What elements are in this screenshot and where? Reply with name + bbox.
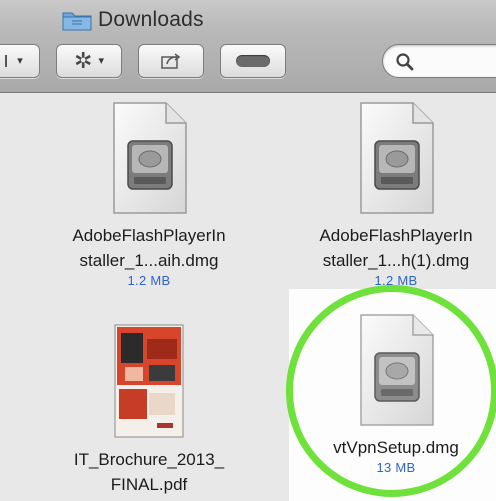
window-title-text: Downloads	[98, 8, 204, 31]
search-field[interactable]	[382, 44, 496, 78]
share-button[interactable]	[138, 44, 204, 78]
file-item[interactable]: AdobeFlashPlayerIn staller_1...h(1).dmg …	[281, 99, 496, 289]
disk-image-icon	[113, 102, 187, 214]
file-name: AdobeFlashPlayerIn staller_1...h(1).dmg	[319, 226, 473, 270]
file-grid: AdobeFlashPlayerIn staller_1...aih.dmg 1…	[0, 93, 496, 501]
search-icon	[396, 53, 414, 71]
toolbar: Downloads ▾ ✲ ▾	[0, 0, 496, 93]
window-title: Downloads	[62, 8, 204, 32]
file-name: vtVpnSetup.dmg	[333, 438, 459, 457]
pdf-thumbnail-icon	[114, 324, 184, 438]
file-size: 1.2 MB	[127, 273, 171, 288]
file-item[interactable]: AdobeFlashPlayerIn staller_1...aih.dmg 1…	[34, 99, 264, 289]
chevron-down-icon: ▾	[98, 54, 104, 67]
disk-image-icon	[360, 314, 434, 426]
file-item-selected[interactable]: vtVpnSetup.dmg 13 MB	[281, 291, 496, 476]
file-name: IT_Brochure_2013_ FINAL.pdf	[73, 450, 225, 494]
folder-icon	[62, 12, 92, 31]
disk-image-icon	[360, 102, 434, 214]
file-item[interactable]: IT_Brochure_2013_ FINAL.pdf	[34, 323, 264, 497]
file-size: 13 MB	[376, 460, 416, 475]
gear-icon: ✲	[74, 48, 93, 73]
action-menu-button[interactable]: ✲ ▾	[56, 44, 122, 78]
file-name: AdobeFlashPlayerIn staller_1...aih.dmg	[72, 226, 226, 270]
share-icon	[161, 53, 181, 69]
chevron-down-icon: ▾	[17, 54, 23, 67]
label-icon	[236, 55, 270, 67]
label-button[interactable]	[220, 44, 286, 78]
file-size: 1.2 MB	[374, 273, 418, 288]
view-options-button[interactable]: ▾	[0, 44, 40, 78]
finder-window: Downloads ▾ ✲ ▾ AdobeFlashPlayerIn stall…	[0, 0, 496, 501]
view-options-icon	[5, 55, 11, 67]
